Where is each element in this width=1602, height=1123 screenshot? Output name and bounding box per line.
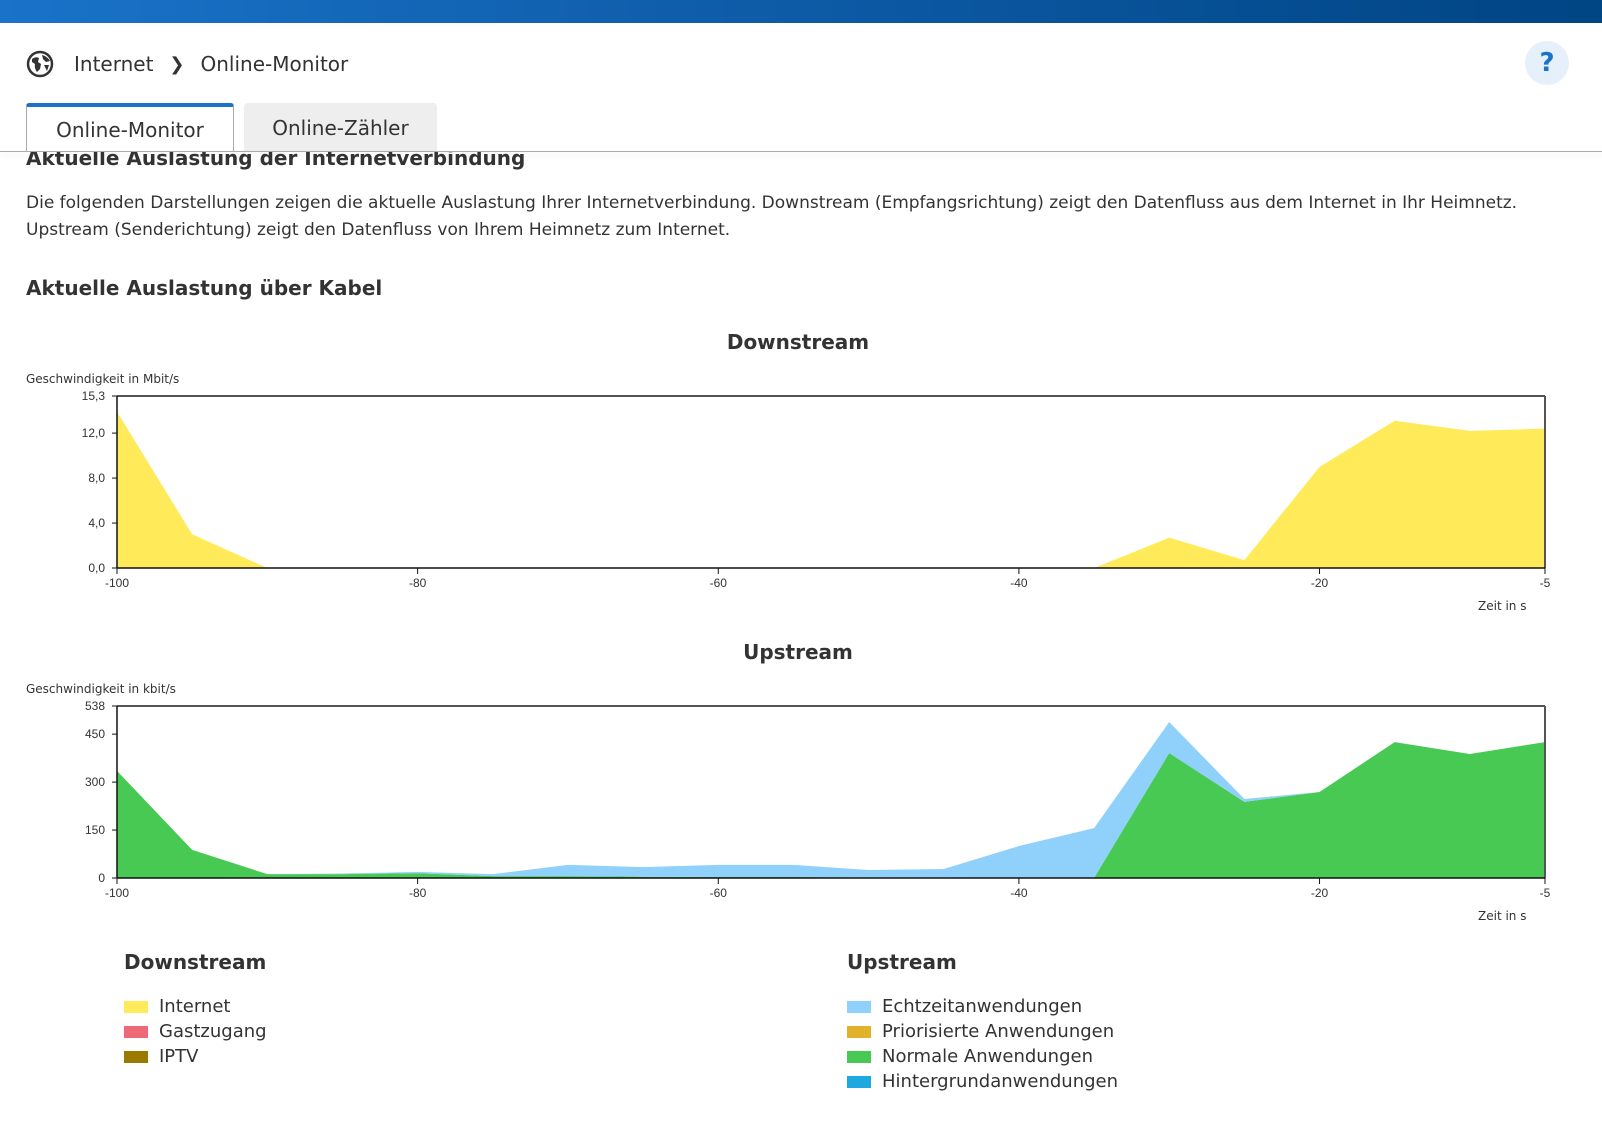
legend-item-hintergrund: Hintergrundanwendungen <box>847 1069 1118 1094</box>
legend-label: Priorisierte Anwendungen <box>882 1021 1115 1042</box>
x-tick-label: -100 <box>105 886 129 900</box>
upstream-legend-title: Upstream <box>847 950 957 974</box>
legend-item-echtzeit: Echtzeitanwendungen <box>847 994 1118 1019</box>
legend-item-gastzugang: Gastzugang <box>124 1019 267 1044</box>
y-tick-label: 300 <box>85 775 105 789</box>
breadcrumb-internet[interactable]: Internet <box>74 52 153 76</box>
legend-label: IPTV <box>159 1046 199 1067</box>
upstream-legend: Upstream Echtzeitanwendungen Priorisiert… <box>847 950 1118 1094</box>
legend-item-priorisiert: Priorisierte Anwendungen <box>847 1019 1118 1044</box>
y-tick-label: 12,0 <box>82 426 106 440</box>
legend-swatch <box>847 1000 871 1013</box>
y-tick-label: 0,0 <box>88 561 105 575</box>
y-tick-label: 4,0 <box>88 516 105 530</box>
downstream-legend-title: Downstream <box>124 950 267 974</box>
downstream-x-axis-label: Zeit in s <box>1478 599 1527 613</box>
upstream-chart-title: Upstream <box>743 640 853 664</box>
x-tick-label: -20 <box>1311 576 1329 590</box>
tab-online-zaehler[interactable]: Online-Zähler <box>244 103 437 152</box>
y-tick-label: 8,0 <box>88 471 105 485</box>
legend-label: Normale Anwendungen <box>882 1046 1093 1067</box>
legend-swatch <box>847 1050 871 1063</box>
downstream-chart: 0,0 4,0 8,0 12,0 15,3 -100 -80 -60 -40 -20 -5 <box>82 389 1551 590</box>
x-tick-label: -80 <box>409 886 427 900</box>
legend-item-normal: Normale Anwendungen <box>847 1044 1118 1069</box>
tab-online-monitor[interactable]: Online-Monitor <box>26 103 234 152</box>
breadcrumb-online-monitor: Online-Monitor <box>200 52 349 76</box>
x-tick-label: -40 <box>1010 886 1028 900</box>
legend-swatch <box>124 1025 148 1038</box>
legend-label: Echtzeitanwendungen <box>882 996 1083 1017</box>
y-tick-label: 0 <box>98 871 105 885</box>
x-tick-label: -40 <box>1010 576 1028 590</box>
series-area-normale-anwendungen <box>117 742 1545 878</box>
upstream-chart: 0 150 300 450 538 -100 -80 -60 -40 -20 -5 <box>85 699 1551 900</box>
legend-swatch <box>124 1050 148 1063</box>
legend-label: Hintergrundanwendungen <box>882 1071 1119 1092</box>
x-tick-label: -100 <box>105 576 129 590</box>
y-tick-label: 538 <box>85 699 105 713</box>
x-tick-label: -60 <box>710 576 728 590</box>
x-tick-label: -5 <box>1540 576 1551 590</box>
tab-divider <box>0 151 1602 152</box>
chevron-right-icon: ❯ <box>169 53 185 75</box>
top-bar <box>0 0 1602 23</box>
legend-item-iptv: IPTV <box>124 1044 267 1069</box>
section-heading: Aktuelle Auslastung über Kabel <box>26 276 383 300</box>
x-tick-label: -80 <box>409 576 427 590</box>
legend-item-internet: Internet <box>124 994 267 1019</box>
legend-label: Internet <box>159 996 231 1017</box>
globe-icon <box>26 50 54 78</box>
downstream-legend: Downstream Internet Gastzugang IPTV <box>124 950 267 1069</box>
legend-swatch <box>124 1000 148 1013</box>
x-tick-label: -60 <box>710 886 728 900</box>
upstream-x-axis-label: Zeit in s <box>1478 909 1527 923</box>
legend-swatch <box>847 1025 871 1038</box>
legend-swatch <box>847 1075 871 1088</box>
series-area-internet <box>117 411 1545 568</box>
y-tick-label: 150 <box>85 823 105 837</box>
help-button[interactable]: ? <box>1525 41 1569 85</box>
y-tick-label: 15,3 <box>82 389 106 403</box>
tab-bar: Online-Monitor Online-Zähler <box>26 103 437 152</box>
question-mark-icon: ? <box>1539 48 1555 78</box>
legend-label: Gastzugang <box>159 1021 267 1042</box>
description-text: Die folgenden Darstellungen zeigen die a… <box>26 193 1518 240</box>
x-tick-label: -20 <box>1311 886 1329 900</box>
y-tick-label: 450 <box>85 727 105 741</box>
breadcrumb: Internet ❯ Online-Monitor <box>26 50 348 78</box>
downstream-chart-title: Downstream <box>726 330 870 354</box>
x-tick-label: -5 <box>1540 886 1551 900</box>
